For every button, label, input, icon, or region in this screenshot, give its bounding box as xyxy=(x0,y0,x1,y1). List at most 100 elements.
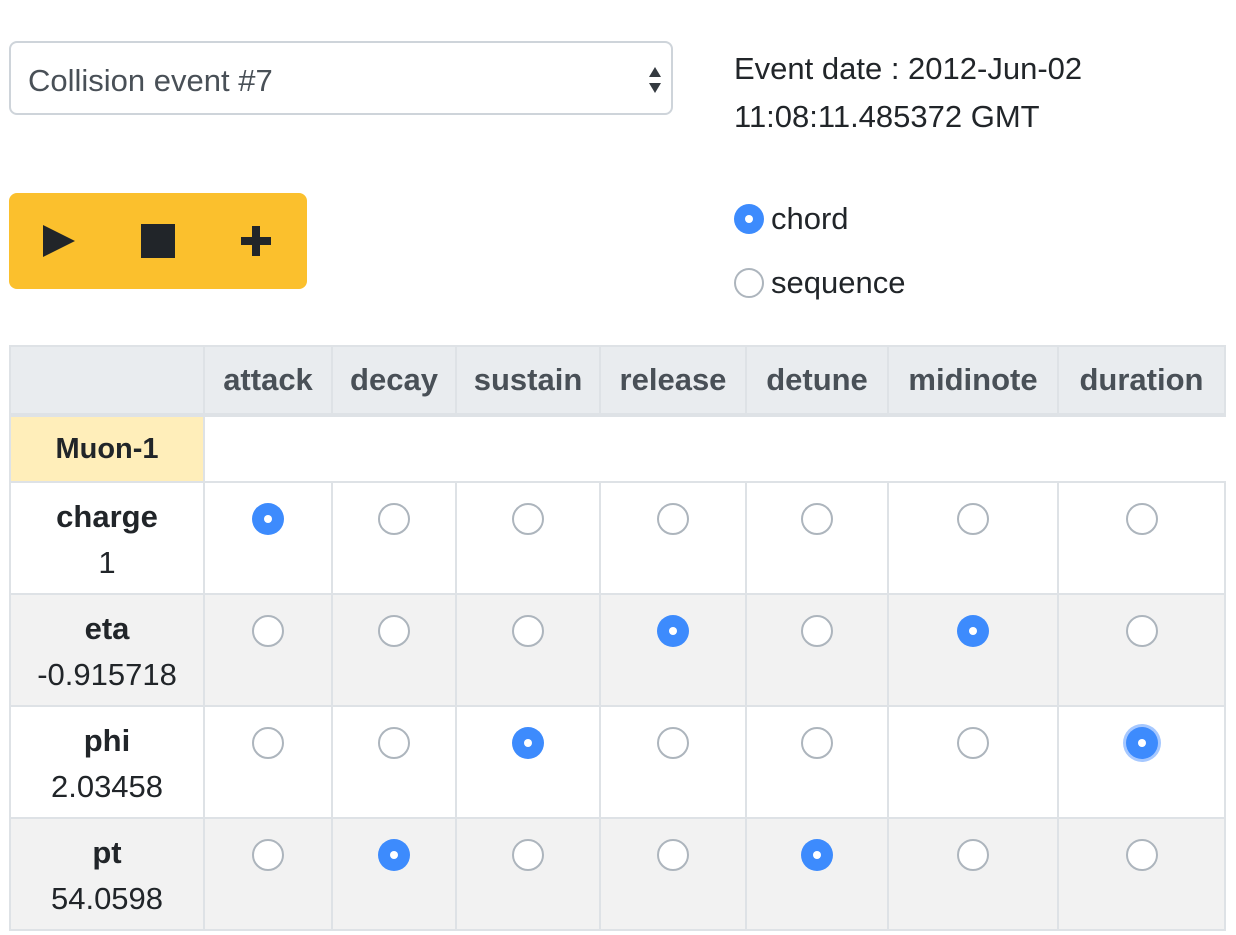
mapping-cell-detune xyxy=(745,705,889,819)
column-header-midinote: midinote xyxy=(887,345,1059,417)
mapping-radio-eta-duration[interactable] xyxy=(1125,615,1158,647)
mapping-cell-duration xyxy=(1057,593,1226,707)
mapping-radio-phi-sustain[interactable] xyxy=(512,727,544,759)
header-corner xyxy=(9,345,205,417)
mapping-cell-release xyxy=(599,817,747,931)
play-icon xyxy=(43,225,75,257)
column-header-duration: duration xyxy=(1057,345,1226,417)
mapping-cell-sustain xyxy=(455,705,601,819)
parameter-cell: phi 2.03458 xyxy=(9,705,205,819)
mapping-radio-pt-release[interactable] xyxy=(657,839,689,871)
mapping-cell-midinote xyxy=(887,481,1059,595)
parameter-value: 54.0598 xyxy=(50,881,164,916)
mapping-cell-midinote xyxy=(887,593,1059,707)
mapping-radio-charge-duration[interactable] xyxy=(1125,503,1158,535)
parameter-value: -0.915718 xyxy=(37,657,177,692)
column-header-attack: attack xyxy=(203,345,333,417)
chord-radio[interactable] xyxy=(734,204,764,234)
table-row: phi 2.03458 xyxy=(9,705,1226,819)
mapping-radio-charge-detune[interactable] xyxy=(801,503,833,535)
parameter-mapping-table: attack decay sustain release detune midi… xyxy=(9,345,1226,931)
mapping-radio-eta-decay[interactable] xyxy=(378,615,410,647)
mapping-radio-eta-sustain[interactable] xyxy=(512,615,544,647)
mapping-cell-attack xyxy=(203,481,333,595)
mapping-radio-phi-decay[interactable] xyxy=(378,727,410,759)
event-date-line2: 11:08:11.485372 GMT xyxy=(734,99,1040,134)
event-date-line1: Event date : 2012-Jun-02 xyxy=(734,51,1083,86)
mapping-cell-detune xyxy=(745,481,889,595)
mapping-radio-charge-decay[interactable] xyxy=(378,503,410,535)
table-row: pt 54.0598 xyxy=(9,817,1226,931)
column-header-decay: decay xyxy=(331,345,457,417)
parameter-cell: charge 1 xyxy=(9,481,205,595)
mapping-cell-attack xyxy=(203,593,333,707)
mapping-radio-charge-release[interactable] xyxy=(657,503,689,535)
mapping-cell-duration xyxy=(1057,481,1226,595)
mapping-radio-phi-midinote[interactable] xyxy=(957,727,989,759)
mapping-cell-release xyxy=(599,593,747,707)
mapping-radio-eta-release[interactable] xyxy=(657,615,689,647)
mapping-cell-sustain xyxy=(455,593,601,707)
mapping-radio-phi-release[interactable] xyxy=(657,727,689,759)
parameter-name: eta xyxy=(84,611,130,646)
mapping-radio-phi-detune[interactable] xyxy=(801,727,833,759)
event-date: Event date : 2012-Jun-02 11:08:11.485372… xyxy=(734,45,1214,141)
sequence-radio[interactable] xyxy=(734,268,764,298)
mapping-cell-release xyxy=(599,705,747,819)
group-row-fill xyxy=(204,415,1225,482)
mapping-cell-sustain xyxy=(455,481,601,595)
group-row: Muon-1 xyxy=(9,414,1225,483)
table-header-row: attack decay sustain release detune midi… xyxy=(9,345,1226,417)
plus-icon xyxy=(241,226,271,256)
sequence-label: sequence xyxy=(771,265,906,300)
mapping-cell-midinote xyxy=(887,817,1059,931)
select-arrows-icon xyxy=(649,67,661,93)
add-button[interactable] xyxy=(234,219,278,263)
mapping-cell-release xyxy=(599,481,747,595)
parameter-cell: pt 54.0598 xyxy=(9,817,205,931)
particle-group-label: Muon-1 xyxy=(9,414,205,483)
stop-button[interactable] xyxy=(136,219,180,263)
table-row: eta -0.915718 xyxy=(9,593,1226,707)
mapping-radio-pt-attack[interactable] xyxy=(252,839,284,871)
mapping-cell-decay xyxy=(331,593,457,707)
mapping-cell-sustain xyxy=(455,817,601,931)
mapping-radio-pt-decay[interactable] xyxy=(378,839,410,871)
stop-icon xyxy=(141,224,175,258)
table-row: charge 1 xyxy=(9,481,1226,595)
mapping-cell-duration xyxy=(1057,817,1226,931)
parameter-name: phi xyxy=(83,723,131,758)
chord-label: chord xyxy=(771,201,849,236)
parameter-cell: eta -0.915718 xyxy=(9,593,205,707)
mapping-cell-detune xyxy=(745,817,889,931)
column-header-release: release xyxy=(599,345,747,417)
mapping-cell-midinote xyxy=(887,705,1059,819)
event-select-value: Collision event #7 xyxy=(28,63,273,98)
mapping-radio-phi-duration[interactable] xyxy=(1125,727,1158,759)
mapping-radio-pt-detune[interactable] xyxy=(801,839,833,871)
mapping-radio-phi-attack[interactable] xyxy=(252,727,284,759)
column-header-detune: detune xyxy=(745,345,889,417)
event-select[interactable]: Collision event #7 xyxy=(9,41,673,115)
mapping-radio-pt-midinote[interactable] xyxy=(957,839,989,871)
parameter-value: 1 xyxy=(98,545,116,580)
playback-controls xyxy=(9,193,307,289)
parameter-value: 2.03458 xyxy=(50,769,164,804)
mapping-radio-pt-duration[interactable] xyxy=(1125,839,1158,871)
mapping-radio-pt-sustain[interactable] xyxy=(512,839,544,871)
mapping-radio-charge-midinote[interactable] xyxy=(957,503,989,535)
mapping-radio-eta-detune[interactable] xyxy=(801,615,833,647)
play-button[interactable] xyxy=(37,219,81,263)
mapping-cell-detune xyxy=(745,593,889,707)
mapping-cell-attack xyxy=(203,817,333,931)
parameter-name: charge xyxy=(56,499,158,534)
mapping-cell-attack xyxy=(203,705,333,819)
mapping-radio-charge-sustain[interactable] xyxy=(512,503,544,535)
mapping-cell-decay xyxy=(331,705,457,819)
mapping-cell-decay xyxy=(331,817,457,931)
mapping-cell-decay xyxy=(331,481,457,595)
mapping-radio-eta-attack[interactable] xyxy=(252,615,284,647)
column-header-sustain: sustain xyxy=(455,345,601,417)
mapping-radio-eta-midinote[interactable] xyxy=(957,615,989,647)
mapping-radio-charge-attack[interactable] xyxy=(252,503,284,535)
